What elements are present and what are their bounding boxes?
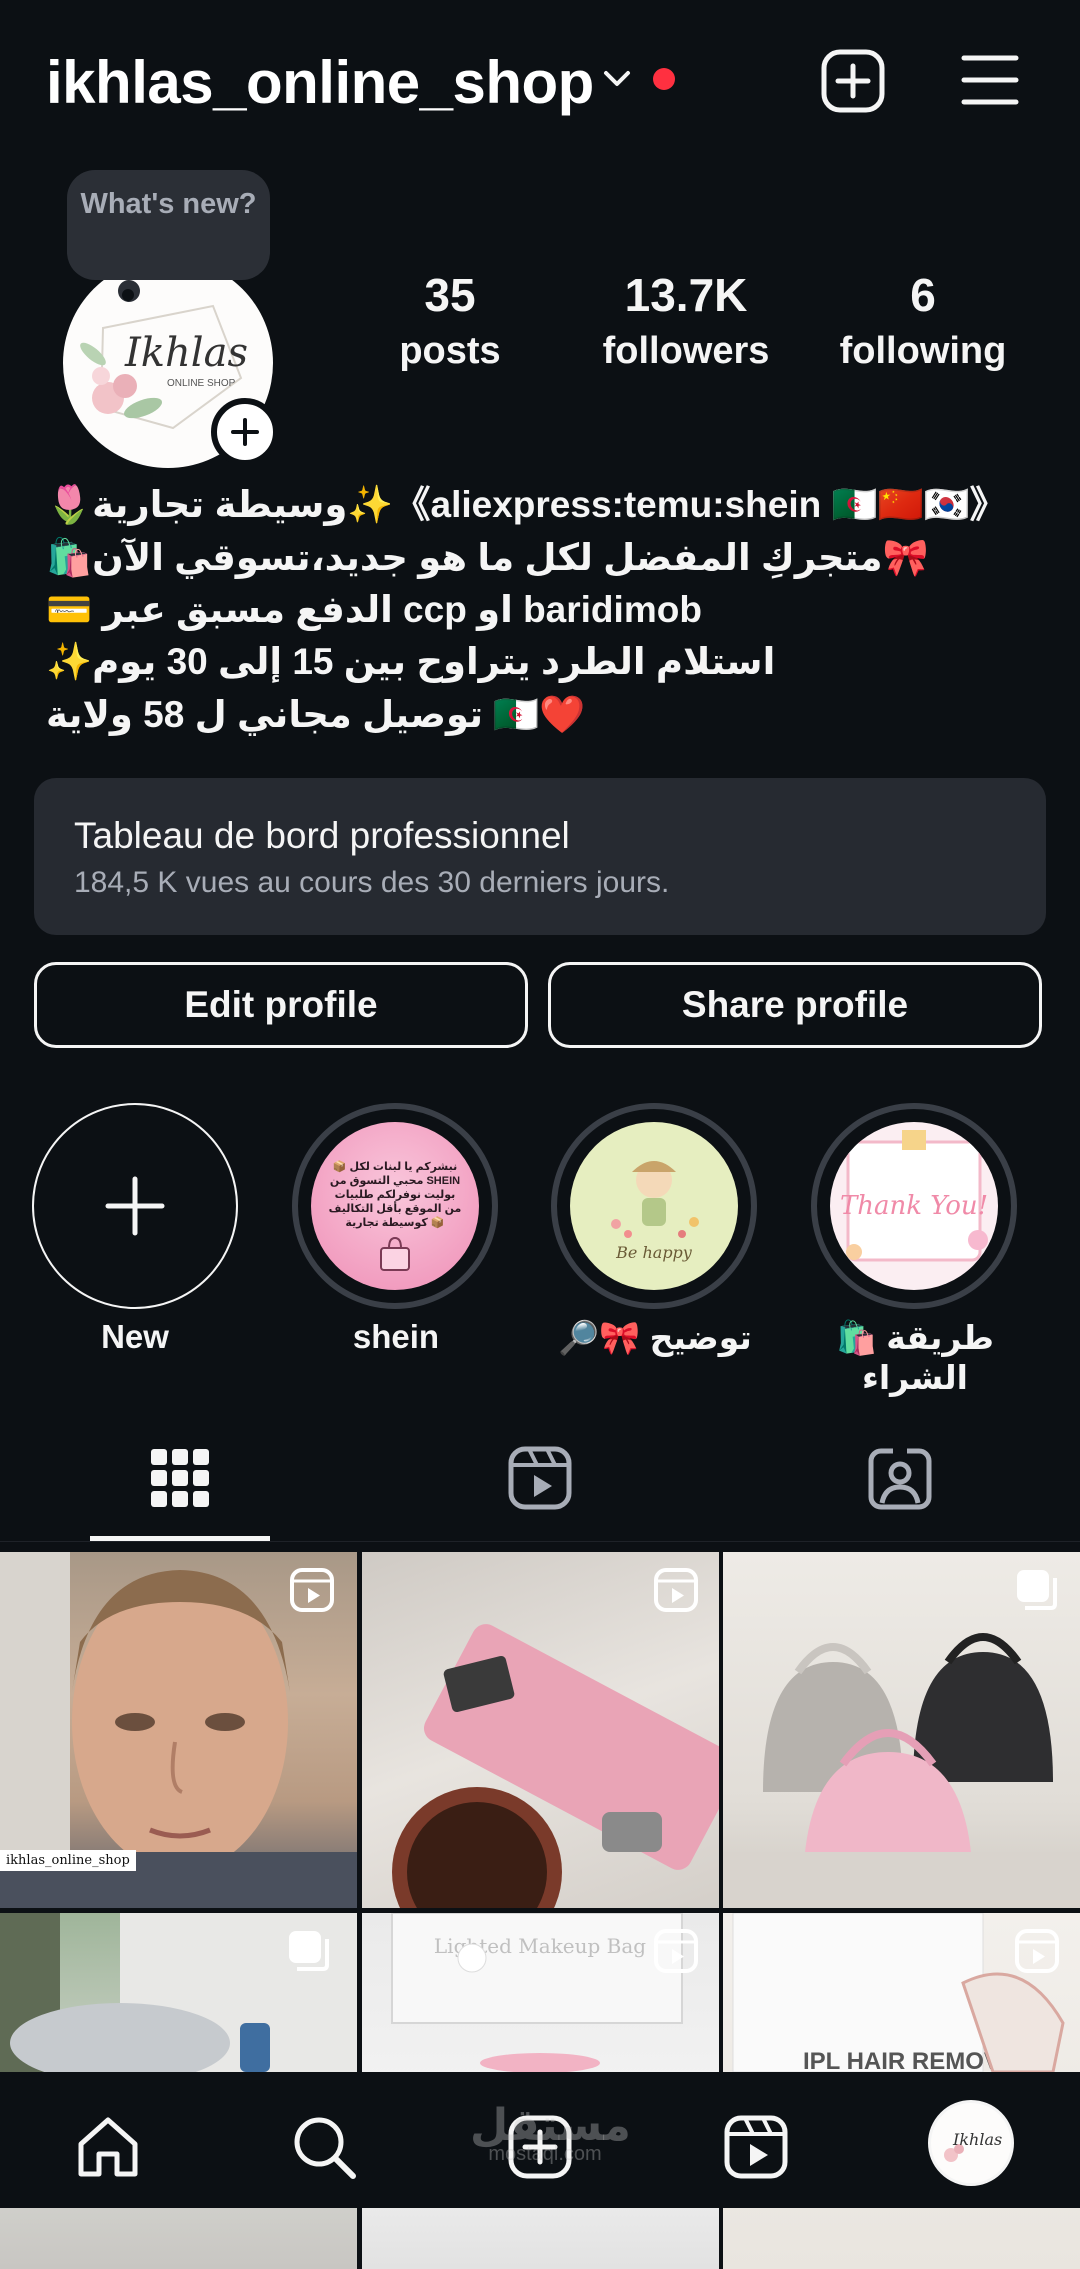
highlight-label[interactable]: shein <box>266 1318 526 1356</box>
highlight-cover-text: 📦 نبشركم يا لبنات لكل محبي التسوق من SHE… <box>328 1161 462 1229</box>
dashboard-subtitle: 184,5 K vues au cours des 30 derniers jo… <box>74 866 670 899</box>
bio-line: 🌷وسيطة تجارية✨《aliexpress:temu:shein 🇩🇿🇨… <box>46 484 1007 525</box>
watermark-url: mostaql.com <box>488 2143 602 2165</box>
following-count[interactable]: 6 <box>803 268 1043 322</box>
carousel-icon <box>1017 1570 1057 1610</box>
followers-count[interactable]: 13.7K <box>566 268 806 322</box>
highlight-label[interactable]: 🔎🎀 توضيح <box>525 1318 785 1358</box>
highlight-explanation-cover[interactable]: Be happy <box>570 1122 738 1290</box>
share-profile-button[interactable]: Share profile <box>548 962 1042 1048</box>
plus-icon <box>105 1176 165 1236</box>
grid-post[interactable] <box>723 1552 1080 1908</box>
bio-line: 💳 الدفع مسبق عبر ccp او baridimob <box>46 589 702 630</box>
bubble-tail-inner <box>122 289 134 301</box>
svg-text:Thank You!: Thank You! <box>840 1191 988 1221</box>
reel-icon <box>654 1568 698 1612</box>
create-post-icon[interactable] <box>820 48 886 114</box>
thank-you-card: Thank You! <box>840 1130 988 1262</box>
carousel-icon <box>289 1931 329 1971</box>
posts-count[interactable]: 35 <box>330 268 570 322</box>
bio-line: توصيل مجاني ل 58 ولاية 🇩🇿❤️ <box>46 694 586 735</box>
highlight-new[interactable] <box>32 1103 238 1309</box>
avatar-logo: Ikhlas <box>944 2130 1002 2162</box>
reel-icon <box>290 1568 334 1612</box>
reels-icon[interactable] <box>505 1443 575 1513</box>
notification-dot <box>653 68 675 90</box>
posts-label[interactable]: posts <box>330 330 570 373</box>
svg-text:ONLINE SHOP: ONLINE SHOP <box>167 378 236 389</box>
svg-text:Ikhlas: Ikhlas <box>124 330 248 376</box>
bio-line: 🛍️متجركِ المفضل لكل ما هو جديد،تسوقي الآ… <box>46 537 929 578</box>
bio-line: ✨استلام الطرد يتراوح بين 15 إلى 30 يوم <box>46 641 776 682</box>
account-username[interactable]: ikhlas_online_shop <box>46 48 594 117</box>
post-tag-label: ikhlas_online_shop <box>0 1850 136 1871</box>
svg-text:Be happy: Be happy <box>615 1243 693 1262</box>
grid-post[interactable] <box>362 1552 719 1908</box>
profile-nav-avatar[interactable]: Ikhlas <box>928 2100 1014 2186</box>
highlight-label[interactable]: 🛍️ طريقة الشراء <box>785 1318 1045 1397</box>
plus-icon <box>231 418 259 446</box>
search-icon[interactable] <box>289 2112 359 2182</box>
character-illustration: Be happy <box>611 1161 699 1262</box>
dashboard-title: Tableau de bord professionnel <box>74 815 570 856</box>
add-story-button[interactable] <box>211 398 279 466</box>
highlight-shein-cover[interactable]: 📦 نبشركم يا لبنات لكل محبي التسوق من SHE… <box>311 1122 479 1290</box>
menu-icon[interactable] <box>960 52 1020 108</box>
grid-icon[interactable] <box>145 1443 215 1513</box>
svg-text:Ikhlas: Ikhlas <box>952 2130 1002 2149</box>
highlight-label[interactable]: New <box>5 1318 265 1356</box>
reel-icon <box>654 1929 698 1973</box>
following-label[interactable]: following <box>803 330 1043 373</box>
home-icon[interactable] <box>73 2112 143 2182</box>
grid-post[interactable]: ikhlas_online_shop <box>0 1552 357 1908</box>
followers-label[interactable]: followers <box>566 330 806 373</box>
highlight-how-to-buy-cover[interactable]: Thank You! <box>830 1122 998 1290</box>
tagged-icon[interactable] <box>865 1443 935 1513</box>
reels-nav-icon[interactable] <box>721 2112 791 2182</box>
chevron-down-icon[interactable] <box>600 62 634 96</box>
edit-profile-button[interactable]: Edit profile <box>34 962 528 1048</box>
tab-divider <box>0 1541 1080 1542</box>
whats-new-text: What's new? <box>80 188 257 220</box>
shopping-bag-icon <box>380 1236 410 1271</box>
reel-icon <box>1015 1929 1059 1973</box>
